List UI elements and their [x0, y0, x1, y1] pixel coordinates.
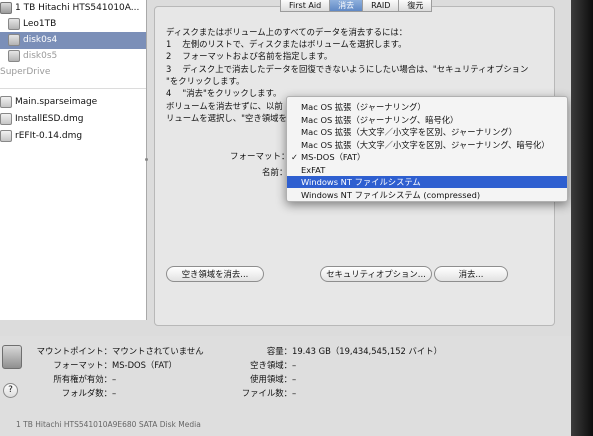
tab-raid[interactable]: RAID: [362, 0, 400, 12]
menu-item-label: Windows NT ファイルシステム (compressed): [301, 189, 481, 200]
split-view-handle[interactable]: [145, 158, 148, 161]
menu-item-mac-os-extended-journaled-encrypted[interactable]: Mac OS 拡張（ジャーナリング、暗号化）: [287, 114, 567, 126]
sidebar-divider: [0, 88, 146, 89]
sidebar-item-label: Main.sparseimage: [15, 97, 98, 107]
tab-restore[interactable]: 復元: [398, 0, 433, 12]
sidebar-item-label: 1 TB Hitachi HTS541010A...: [15, 3, 140, 13]
volume-icon: [8, 49, 20, 62]
info-key: ファイル数：: [241, 388, 292, 398]
info-key: フォーマット：: [53, 360, 112, 370]
info-key: 所有権が有効：: [53, 374, 112, 384]
disk-icon: [0, 1, 12, 14]
volume-icon: [8, 33, 20, 46]
erase-free-space-note: ボリュームを消去せずに、以前 リュームを選択し、"空き領域を: [166, 100, 287, 124]
disk-image-icon: [0, 95, 12, 108]
disk-image-icon: [0, 129, 12, 142]
sidebar-item-superdrive[interactable]: SuperDrive: [0, 64, 146, 81]
menu-item-windows-nt-filesystem-compressed[interactable]: Windows NT ファイルシステム (compressed): [287, 189, 567, 201]
sidebar-item-installesd[interactable]: InstallESD.dmg: [0, 111, 146, 128]
screen-edge: [571, 0, 593, 436]
instruction-line: ディスクまたはボリューム上のすべてのデータを消去するには：: [166, 27, 408, 37]
status-bar-text: 1 TB Hitachi HTS541010A9E680 SATA Disk M…: [16, 420, 201, 429]
tab-first-aid[interactable]: First Aid: [280, 0, 331, 12]
sidebar-item-label: disk0s5: [23, 51, 58, 61]
sidebar-item-label: rEFIt-0.14.dmg: [15, 131, 83, 141]
info-key: 容量：: [266, 346, 292, 356]
hard-drive-icon: [2, 345, 22, 369]
sidebar-item-disk0s5[interactable]: disk0s5: [0, 48, 154, 65]
info-folder-count: フォルダ数：–: [24, 387, 116, 399]
menu-item-label: ExFAT: [301, 164, 326, 175]
note-line: ボリュームを消去せずに、以前: [166, 101, 283, 111]
info-key: 使用領域：: [250, 374, 292, 384]
menu-item-label: Mac OS 拡張（大文字／小文字を区別、ジャーナリング）: [301, 127, 517, 137]
sidebar-item-label: Leo1TB: [23, 19, 57, 29]
menu-item-exfat[interactable]: ExFAT: [287, 164, 567, 176]
menu-item-label: Mac OS 拡張（ジャーナリング、暗号化）: [301, 114, 459, 125]
format-label: フォーマット：: [230, 152, 290, 162]
tab-bar: First Aid 消去 RAID 復元: [280, 0, 433, 12]
info-owners-enabled: 所有権が有効：–: [24, 373, 116, 385]
help-button[interactable]: ?: [3, 383, 18, 398]
menu-item-mac-os-extended-case-sensitive-journaled[interactable]: Mac OS 拡張（大文字／小文字を区別、ジャーナリング）: [287, 126, 567, 138]
name-label: 名前：: [262, 168, 288, 178]
info-capacity: 容量：19.43 GB（19,434,545,152 バイト）: [226, 345, 442, 357]
info-value: –: [112, 388, 117, 398]
info-value: –: [292, 360, 297, 370]
info-value: MS-DOS（FAT）: [112, 360, 177, 370]
info-value: 19.43 GB（19,434,545,152 バイト）: [292, 346, 443, 356]
erase-free-space-button[interactable]: 空き領域を消去...: [166, 266, 264, 282]
instruction-line: 3 ディスク上で消去したデータを回復できないようにしたい場合は、"セキュリティオ…: [166, 63, 529, 74]
menu-item-label: MS-DOS（FAT）: [301, 152, 366, 162]
disk-image-icon: [0, 112, 12, 125]
menu-item-mac-os-extended-journaled[interactable]: Mac OS 拡張（ジャーナリング）: [287, 101, 567, 113]
sidebar-item-disk0s4[interactable]: disk0s4: [0, 32, 146, 49]
erase-button[interactable]: 消去...: [434, 266, 508, 282]
menu-item-ms-dos-fat[interactable]: ✓ MS-DOS（FAT）: [287, 151, 567, 163]
info-used: 使用領域：–: [226, 373, 296, 385]
info-value: –: [292, 388, 297, 398]
sidebar-item-refit[interactable]: rEFIt-0.14.dmg: [0, 128, 146, 145]
info-key: マウントポイント：: [36, 346, 112, 356]
info-value: –: [112, 374, 117, 384]
instruction-line: "をクリックします。: [166, 75, 245, 86]
sidebar-item-hitachi-disk[interactable]: 1 TB Hitachi HTS541010A...: [0, 0, 146, 17]
menu-item-mac-os-extended-case-sensitive-journaled-encrypted[interactable]: Mac OS 拡張（大文字／小文字を区別、ジャーナリング、暗号化）: [287, 139, 567, 151]
format-dropdown-menu[interactable]: Mac OS 拡張（ジャーナリング） Mac OS 拡張（ジャーナリング、暗号化…: [286, 96, 568, 202]
sidebar-disk-list: 1 TB Hitachi HTS541010A... Leo1TB disk0s…: [0, 0, 147, 320]
sidebar-item-label: SuperDrive: [0, 67, 51, 77]
menu-item-label: Mac OS 拡張（ジャーナリング）: [301, 102, 426, 112]
info-format: フォーマット：MS-DOS（FAT）: [24, 359, 177, 371]
checkmark-icon: ✓: [291, 152, 298, 162]
instruction-line: 1 左側のリストで、ディスクまたはボリュームを選択します。: [166, 39, 407, 50]
erase-instructions: ディスクまたはボリューム上のすべてのデータを消去するには： 1 左側のリストで、…: [166, 26, 546, 99]
sidebar-item-main-sparseimage[interactable]: Main.sparseimage: [0, 94, 146, 111]
menu-item-windows-nt-filesystem[interactable]: Windows NT ファイルシステム: [287, 176, 567, 188]
menu-item-label: Windows NT ファイルシステム: [301, 177, 421, 187]
tab-erase[interactable]: 消去: [329, 0, 364, 12]
info-key: 空き領域：: [250, 360, 292, 370]
info-key: フォルダ数：: [61, 388, 112, 398]
security-options-button[interactable]: セキュリティオプション...: [320, 266, 432, 282]
sidebar-item-label: disk0s4: [23, 35, 58, 45]
info-available: 空き領域：–: [226, 359, 296, 371]
info-value: –: [292, 374, 297, 384]
menu-item-label: Mac OS 拡張（大文字／小文字を区別、ジャーナリング、暗号化）: [301, 139, 550, 150]
info-value: マウントされていません: [112, 346, 204, 356]
sidebar-item-leo1tb[interactable]: Leo1TB: [0, 16, 154, 33]
note-line: リュームを選択し、"空き領域を: [166, 113, 287, 123]
info-mount-point: マウントポイント：マウントされていません: [24, 345, 204, 357]
volume-icon: [8, 17, 20, 30]
instruction-line: 2 フォーマットおよび名前を指定します。: [166, 51, 333, 62]
sidebar-item-label: InstallESD.dmg: [15, 114, 84, 124]
info-file-count: ファイル数：–: [226, 387, 296, 399]
